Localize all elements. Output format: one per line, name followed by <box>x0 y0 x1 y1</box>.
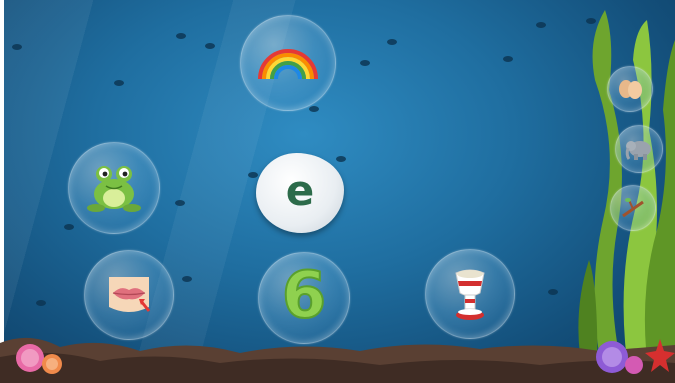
number-six-icon: 6 <box>281 258 328 334</box>
game-scene: e 6 <box>0 0 675 383</box>
fish-silhouette <box>536 22 546 28</box>
eggs-icon <box>619 80 642 99</box>
fish-silhouette <box>182 276 192 282</box>
fish-silhouette <box>205 43 215 49</box>
frog-icon <box>87 166 141 212</box>
fish-silhouette <box>387 39 397 45</box>
lips-icon <box>109 277 151 312</box>
fish-silhouette <box>12 44 22 50</box>
eggs-bubble[interactable] <box>607 66 653 112</box>
frog-bubble[interactable] <box>68 142 160 234</box>
branch-bubble[interactable] <box>610 185 656 231</box>
fish-silhouette <box>176 33 186 39</box>
fish-silhouette <box>248 172 258 178</box>
fish-silhouette <box>64 224 74 230</box>
letter-text: e <box>285 165 315 215</box>
sea-urchin-left <box>16 344 62 374</box>
egg-cup-icon <box>455 269 485 320</box>
fish-silhouette <box>36 300 46 306</box>
fish-silhouette <box>114 80 124 86</box>
seabed-rocks <box>0 337 675 383</box>
fish-silhouette <box>360 60 370 66</box>
fish-silhouette <box>175 200 185 206</box>
branch-icon <box>622 198 644 218</box>
fish-silhouette <box>503 56 513 62</box>
fish-silhouette <box>548 289 558 295</box>
elephant-icon <box>625 141 651 160</box>
fish-silhouette <box>309 106 319 112</box>
sea-urchin-right <box>596 339 675 374</box>
letter-card[interactable]: e <box>256 153 344 233</box>
rainbow-icon <box>258 49 318 80</box>
fish-silhouette <box>336 156 346 162</box>
rainbow-bubble[interactable] <box>240 15 336 111</box>
elephant-bubble[interactable] <box>615 125 663 173</box>
